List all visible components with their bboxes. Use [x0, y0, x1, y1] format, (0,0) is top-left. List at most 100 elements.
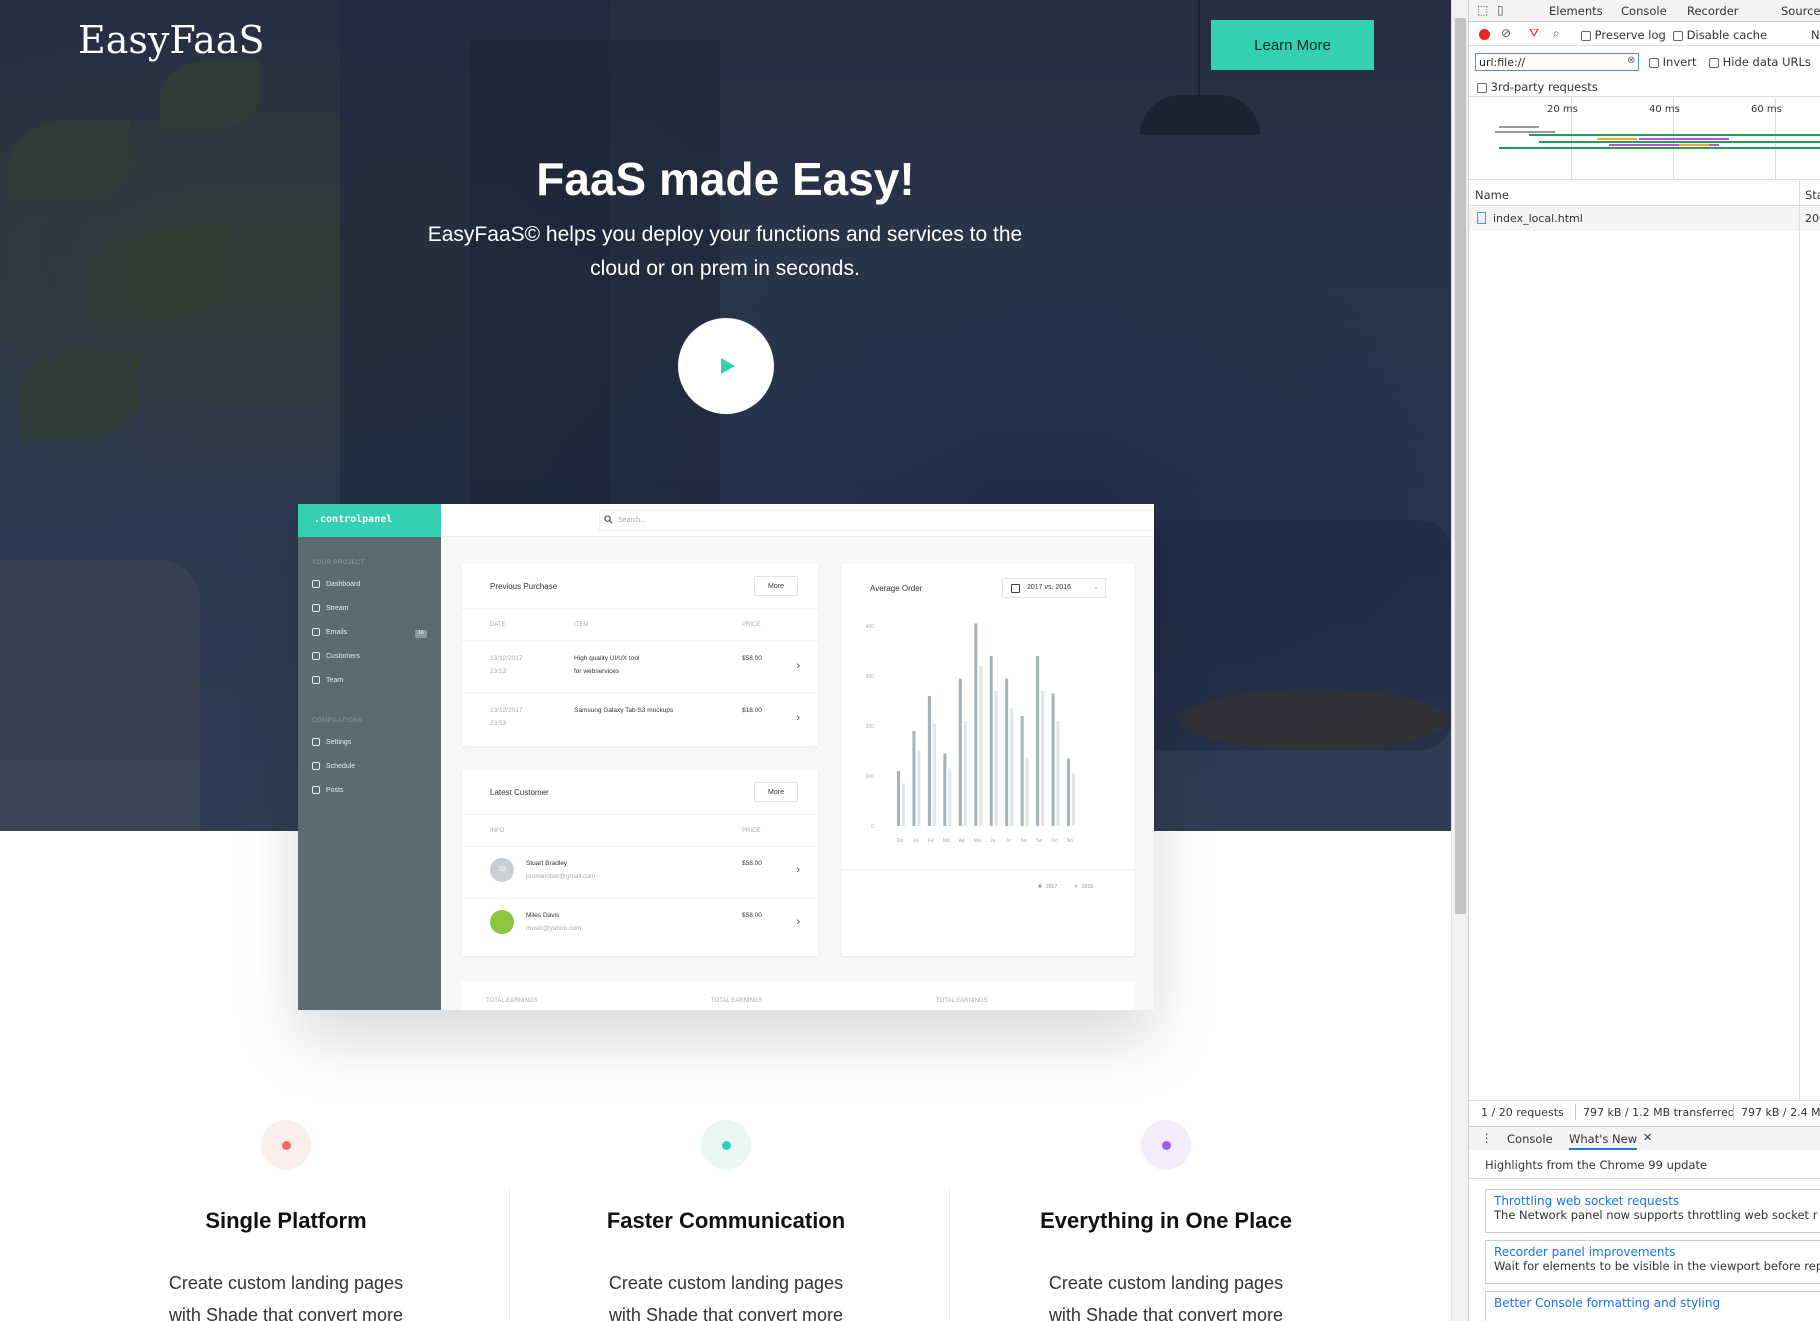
customer-info: Miles Davis music@yahoo.com [526, 909, 581, 935]
play-video-button[interactable] [678, 318, 774, 414]
news-title-link[interactable]: Throttling web socket requests [1494, 1194, 1820, 1208]
sidebar-item-stream[interactable]: Stream [312, 604, 349, 612]
sidebar-item-dashboard[interactable]: Dashboard [312, 580, 360, 588]
status-transferred: 797 kB / 1.2 MB transferred [1583, 1106, 1735, 1119]
disable-cache-checkbox[interactable]: Disable cache [1673, 28, 1767, 42]
mockup-brand: .controlpanel [298, 504, 441, 537]
sidebar-item-team[interactable]: Team [312, 676, 343, 684]
drawer-menu-icon[interactable]: ⋮ [1481, 1131, 1493, 1145]
drawer-tab-console[interactable]: Console [1507, 1132, 1553, 1146]
table-cell-item: High quality UI/UX tool for webservices [574, 652, 639, 678]
table-cell-price: $18.00 [742, 707, 762, 714]
y-tick-label: 0 [871, 824, 874, 830]
table-cell-price: $58.00 [742, 912, 762, 919]
average-order-chart: 0 100 200 300 400 De Ja Fe Ma Ap Ma Ju Ju Au Se Oc No 201… [842, 623, 1134, 890]
search-placeholder: Search... [618, 517, 647, 524]
search-icon [604, 515, 613, 526]
card-title: Previous Purchase [490, 582, 558, 591]
chart-bar-2016 [1025, 758, 1029, 826]
sidebar-item-label: Dashboard [326, 580, 361, 588]
feature-dot-icon [261, 1120, 311, 1170]
status-separator [1733, 1104, 1734, 1120]
site-logo[interactable]: EasyFaaS [78, 18, 265, 62]
chart-bar-2016 [979, 666, 983, 826]
tab-console[interactable]: Console [1621, 4, 1667, 18]
news-title-link[interactable]: Recorder panel improvements [1494, 1245, 1820, 1259]
preserve-log-label: Preserve log [1594, 28, 1666, 42]
sidebar-item-schedule[interactable]: Schedule [312, 762, 355, 770]
third-party-label: 3rd-party requests [1490, 80, 1598, 94]
chart-bar-2017 [943, 753, 947, 826]
news-item[interactable]: Better Console formatting and styling [1485, 1291, 1820, 1321]
clear-filter-icon[interactable]: ⊗ [1627, 55, 1635, 66]
network-timeline[interactable]: 20 ms 40 ms 60 ms [1469, 98, 1820, 180]
column-name[interactable]: Name [1475, 188, 1509, 202]
chevron-right-icon[interactable]: › [796, 916, 800, 928]
learn-more-button[interactable]: Learn More [1211, 20, 1374, 70]
throttling-select[interactable]: N [1811, 28, 1820, 42]
device-toggle-icon[interactable]: ▯ [1497, 3, 1504, 17]
item-text: High quality UI/UX tool [574, 655, 640, 662]
total-earnings-row: TOTAL EARNINGS TOTAL EARNINGS TOTAL EARN… [461, 982, 1134, 1010]
divider [462, 846, 818, 847]
sidebar-item-emails[interactable]: Emails [312, 628, 347, 636]
filter-input[interactable]: url:file:// [1475, 53, 1639, 71]
table-row[interactable]: index_local.html 200 [1469, 207, 1820, 231]
record-icon[interactable] [1479, 29, 1490, 40]
latest-customer-card: Latest Customer More INFO PRICE SB Stuar… [462, 770, 818, 956]
filter-icon[interactable]: ⛛ [1529, 26, 1539, 41]
chart-bar-2016 [1072, 773, 1075, 826]
column-separator [1799, 181, 1800, 1101]
requests-table-header: Name Sta [1469, 181, 1820, 206]
sidebar-item-settings[interactable]: Settings [312, 738, 351, 746]
more-button[interactable]: More [754, 782, 798, 802]
status-separator [1575, 1104, 1576, 1120]
table-cell-price: $58.00 [742, 655, 762, 662]
timeline-bar [1529, 134, 1820, 136]
timeline-bar [1679, 144, 1709, 146]
x-tick-label: De [897, 838, 904, 844]
news-title-link[interactable]: Better Console formatting and styling [1494, 1296, 1820, 1310]
news-item[interactable]: Recorder panel improvements Wait for ele… [1485, 1240, 1820, 1284]
third-party-checkbox[interactable]: 3rd-party requests [1477, 80, 1598, 94]
whats-new-heading: Highlights from the Chrome 99 update [1469, 1151, 1820, 1179]
feature-title: Faster Communication [606, 1208, 846, 1233]
hide-data-urls-checkbox[interactable]: Hide data URLs [1709, 55, 1811, 69]
clear-icon[interactable]: ⊘ [1501, 26, 1511, 40]
chart-bar-2017 [1051, 693, 1055, 826]
tab-sources[interactable]: Sources [1781, 4, 1820, 18]
column-status[interactable]: Sta [1805, 188, 1820, 202]
scrollbar-thumb[interactable] [1455, 18, 1466, 914]
network-status-bar: 1 / 20 requests 797 kB / 1.2 MB transfer… [1469, 1100, 1820, 1124]
tab-recorder[interactable]: Recorder [1687, 4, 1739, 18]
sidebar-item-posts[interactable]: Posts [312, 786, 344, 794]
feature-title: Everything in One Place [1040, 1208, 1292, 1233]
inspect-icon[interactable]: ⬚ [1477, 3, 1488, 17]
drawer-tab-whats-new[interactable]: What's New [1569, 1132, 1638, 1150]
sidebar-item-customers[interactable]: Customers [312, 652, 360, 660]
y-tick-label: 200 [866, 724, 875, 730]
close-icon[interactable]: ✕ [1643, 1131, 1652, 1144]
x-tick-label: Ju [990, 838, 996, 844]
total-earnings-label: TOTAL EARNINGS [486, 998, 538, 1004]
legend-marker [1038, 884, 1042, 888]
tab-elements[interactable]: Elements [1549, 4, 1603, 18]
mockup-search-input[interactable]: Search... [599, 510, 1154, 531]
x-tick-label: Ma [974, 838, 981, 844]
hide-data-urls-label: Hide data URLs [1722, 55, 1811, 69]
chevron-right-icon[interactable]: › [796, 712, 800, 724]
chevron-right-icon[interactable]: › [796, 660, 800, 672]
item-text: for webservices [574, 668, 620, 675]
page-scrollbar[interactable] [1451, 0, 1468, 1321]
chart-bar-2017 [974, 623, 978, 826]
search-icon[interactable]: ⌕ [1553, 26, 1560, 41]
preserve-log-checkbox[interactable]: Preserve log [1581, 28, 1666, 42]
invert-checkbox[interactable]: Invert [1649, 55, 1696, 69]
news-item[interactable]: Throttling web socket requests The Netwo… [1485, 1189, 1820, 1233]
news-description: Wait for elements to be visible in the v… [1494, 1259, 1820, 1273]
timeline-label: 40 ms [1649, 104, 1680, 115]
chart-bar-2016 [948, 768, 952, 826]
more-button[interactable]: More [754, 576, 798, 596]
x-tick-label: Fe [928, 838, 934, 844]
chevron-right-icon[interactable]: › [796, 864, 800, 876]
